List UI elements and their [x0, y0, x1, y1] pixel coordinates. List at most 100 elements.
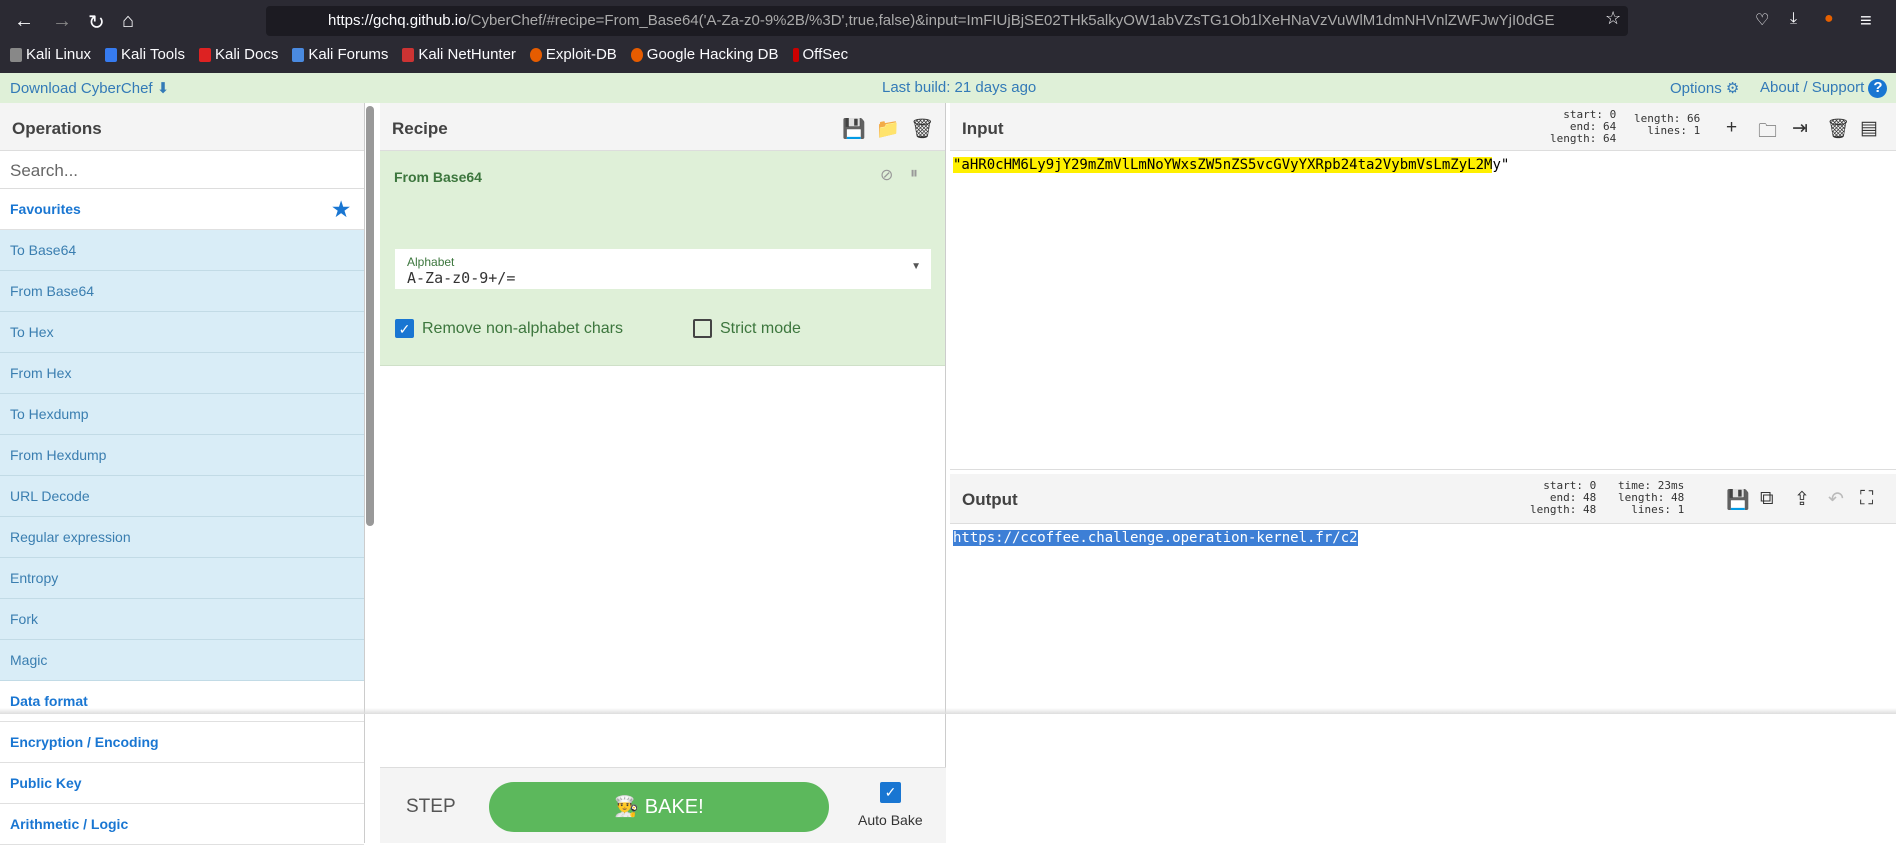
- category-item[interactable]: Arithmetic / Logic: [0, 804, 364, 845]
- open-file-icon[interactable]: ⇥: [1792, 117, 1808, 140]
- input-length-stats: length: 66 lines: 1: [1634, 112, 1701, 137]
- bookmark-star-icon[interactable]: ☆: [1605, 8, 1621, 29]
- operation-item[interactable]: From Hex: [0, 353, 364, 394]
- bookmark[interactable]: Exploit-DB: [529, 46, 617, 63]
- chef-icon: 👨‍🍳: [614, 796, 640, 818]
- category-item[interactable]: Public Key: [0, 763, 364, 804]
- output-textarea[interactable]: https://ccoffee.challenge.operation-kern…: [950, 524, 1896, 552]
- input-selection-stats: start: 0 end: 64 length: 64: [1550, 108, 1617, 145]
- bookmark[interactable]: Kali Forums: [292, 46, 388, 63]
- output-panel: Output start: 0 end: 48 length: 48 time: 2…: [950, 470, 1896, 843]
- operations-panel: Operations Search... Favourites ★ To Base…: [0, 103, 365, 845]
- chevron-down-icon: ▼: [911, 261, 921, 272]
- options-link[interactable]: Options ⚙: [1670, 79, 1739, 97]
- download-icon: ⬇: [156, 80, 170, 97]
- output-selection-stats: start: 0 end: 48 length: 48: [1530, 479, 1597, 516]
- category-favourites[interactable]: Favourites ★: [0, 189, 364, 230]
- auto-bake-label: Auto Bake: [858, 812, 923, 828]
- help-icon: ?: [1868, 79, 1888, 98]
- remove-non-alphabet-checkbox[interactable]: ✓ Remove non-alphabet chars: [395, 319, 623, 338]
- operation-title: From Base64: [394, 169, 482, 185]
- save-output-icon[interactable]: 💾: [1726, 488, 1750, 512]
- output-text: https://ccoffee.challenge.operation-kern…: [953, 530, 1358, 546]
- open-folder-icon[interactable]: 🗀: [1758, 117, 1777, 149]
- disable-icon[interactable]: ⊘: [880, 165, 893, 185]
- checkbox-checked-icon: ✓: [395, 319, 414, 338]
- url-host: https://gchq.github.io: [328, 12, 467, 29]
- last-build: Last build: 21 days ago: [882, 79, 1037, 96]
- extension-icon[interactable]: ●: [1824, 10, 1834, 28]
- operation-item[interactable]: URL Decode: [0, 476, 364, 517]
- back-icon[interactable]: ←: [14, 10, 34, 33]
- auto-bake-checkbox[interactable]: ✓: [880, 782, 901, 803]
- bookmark[interactable]: Google Hacking DB: [630, 46, 779, 63]
- step-button[interactable]: STEP: [406, 796, 456, 818]
- bake-button[interactable]: 👨‍🍳 BAKE!: [489, 782, 829, 832]
- folder-icon[interactable]: 📁: [876, 117, 900, 141]
- bookmarks-bar: Kali Linux Kali Tools Kali Docs Kali For…: [10, 46, 848, 63]
- alphabet-select[interactable]: Alphabet A-Za-z0-9+/= ▼: [395, 249, 931, 289]
- operation-item[interactable]: From Hexdump: [0, 435, 364, 476]
- output-title: Output: [962, 490, 1018, 509]
- operations-scrollbar[interactable]: [366, 106, 374, 526]
- gear-icon: ⚙: [1725, 80, 1740, 97]
- layout-icon[interactable]: ▤: [1860, 117, 1878, 140]
- pocket-icon[interactable]: ♡: [1755, 10, 1769, 30]
- copy-icon[interactable]: ⧉: [1760, 488, 1774, 510]
- operation-item[interactable]: Regular expression: [0, 517, 364, 558]
- top-banner: Download CyberChef ⬇ Last build: 21 days…: [0, 73, 1896, 103]
- save-icon[interactable]: 💾: [842, 117, 866, 141]
- strict-mode-checkbox[interactable]: Strict mode: [693, 319, 801, 338]
- output-stats: time: 23ms length: 48 lines: 1: [1618, 479, 1685, 516]
- bookmark[interactable]: Kali NetHunter: [402, 46, 516, 63]
- overlay-shadow: [0, 708, 1896, 714]
- trash-icon[interactable]: 🗑: [910, 117, 934, 141]
- input-title: Input: [962, 119, 1004, 138]
- maximize-icon[interactable]: ⛶: [1860, 488, 1873, 510]
- recipe-operation-from-base64: From Base64 ⊘ ⏸ Alphabet A-Za-z0-9+/= ▼ …: [380, 151, 945, 366]
- output-header: Output start: 0 end: 48 length: 48 time: 2…: [950, 474, 1896, 524]
- input-header: Input start: 0 end: 64 length: 64 length: …: [950, 103, 1896, 151]
- operation-item[interactable]: To Hexdump: [0, 394, 364, 435]
- operation-item[interactable]: Fork: [0, 599, 364, 640]
- url-bar[interactable]: https://gchq.github.io/CyberChef/#recipe…: [266, 6, 1628, 36]
- replace-input-icon[interactable]: ⇪: [1794, 488, 1810, 511]
- star-icon: ★: [332, 199, 350, 221]
- checkbox-label: Remove non-alphabet chars: [422, 319, 624, 337]
- category-item[interactable]: Data format: [0, 681, 364, 722]
- reload-icon[interactable]: ↻: [88, 10, 105, 35]
- download-cyberchef-link[interactable]: Download CyberChef ⬇: [10, 79, 169, 97]
- operation-item[interactable]: Entropy: [0, 558, 364, 599]
- browser-chrome: ← → ↻ ⌂ https://gchq.github.io/CyberChef…: [0, 0, 1896, 73]
- operation-item[interactable]: To Base64: [0, 230, 364, 271]
- bookmark[interactable]: Kali Tools: [105, 46, 185, 63]
- add-tab-icon[interactable]: +: [1726, 117, 1737, 139]
- operation-item[interactable]: Magic: [0, 640, 364, 681]
- forward-icon[interactable]: →: [52, 10, 72, 33]
- operation-item[interactable]: From Base64: [0, 271, 364, 312]
- checkbox-unchecked-icon: [693, 319, 712, 338]
- category-item[interactable]: Encryption / Encoding: [0, 722, 364, 763]
- bookmark[interactable]: Kali Linux: [10, 46, 91, 63]
- input-panel: Input start: 0 end: 64 length: 64 length: …: [950, 103, 1896, 470]
- operations-search-input[interactable]: Search...: [0, 151, 364, 189]
- undo-icon[interactable]: ↶: [1828, 488, 1844, 511]
- pause-icon[interactable]: ⏸: [910, 165, 918, 183]
- operation-item[interactable]: To Hex: [0, 312, 364, 353]
- download-icon[interactable]: ⤓: [1790, 10, 1797, 28]
- input-highlighted-text: "aHR0cHM6Ly9jY29mZmVlLmNoYWxsZW5nZS5vcGV…: [953, 157, 1493, 173]
- alphabet-value: A-Za-z0-9+/=: [407, 269, 516, 287]
- recipe-header: Recipe 💾 📁 🗑: [380, 103, 945, 151]
- input-textarea[interactable]: "aHR0cHM6Ly9jY29mZmVlLmNoYWxsZW5nZS5vcGV…: [950, 151, 1896, 179]
- checkbox-label: Strict mode: [720, 319, 801, 337]
- clear-trash-icon[interactable]: 🗑: [1826, 117, 1850, 141]
- bake-bar: STEP 👨‍🍳 BAKE! ✓ Auto Bake: [380, 767, 946, 843]
- about-link[interactable]: About / Support ?: [1760, 79, 1888, 98]
- bookmark[interactable]: Kali Docs: [198, 46, 278, 63]
- operations-title: Operations: [0, 103, 364, 151]
- menu-icon[interactable]: ≡: [1860, 10, 1872, 33]
- home-icon[interactable]: ⌂: [122, 10, 134, 33]
- url-path: /CyberChef/#recipe=From_Base64('A-Za-z0-…: [466, 12, 1555, 29]
- bake-label: BAKE!: [644, 796, 704, 818]
- bookmark[interactable]: OffSec: [792, 46, 848, 63]
